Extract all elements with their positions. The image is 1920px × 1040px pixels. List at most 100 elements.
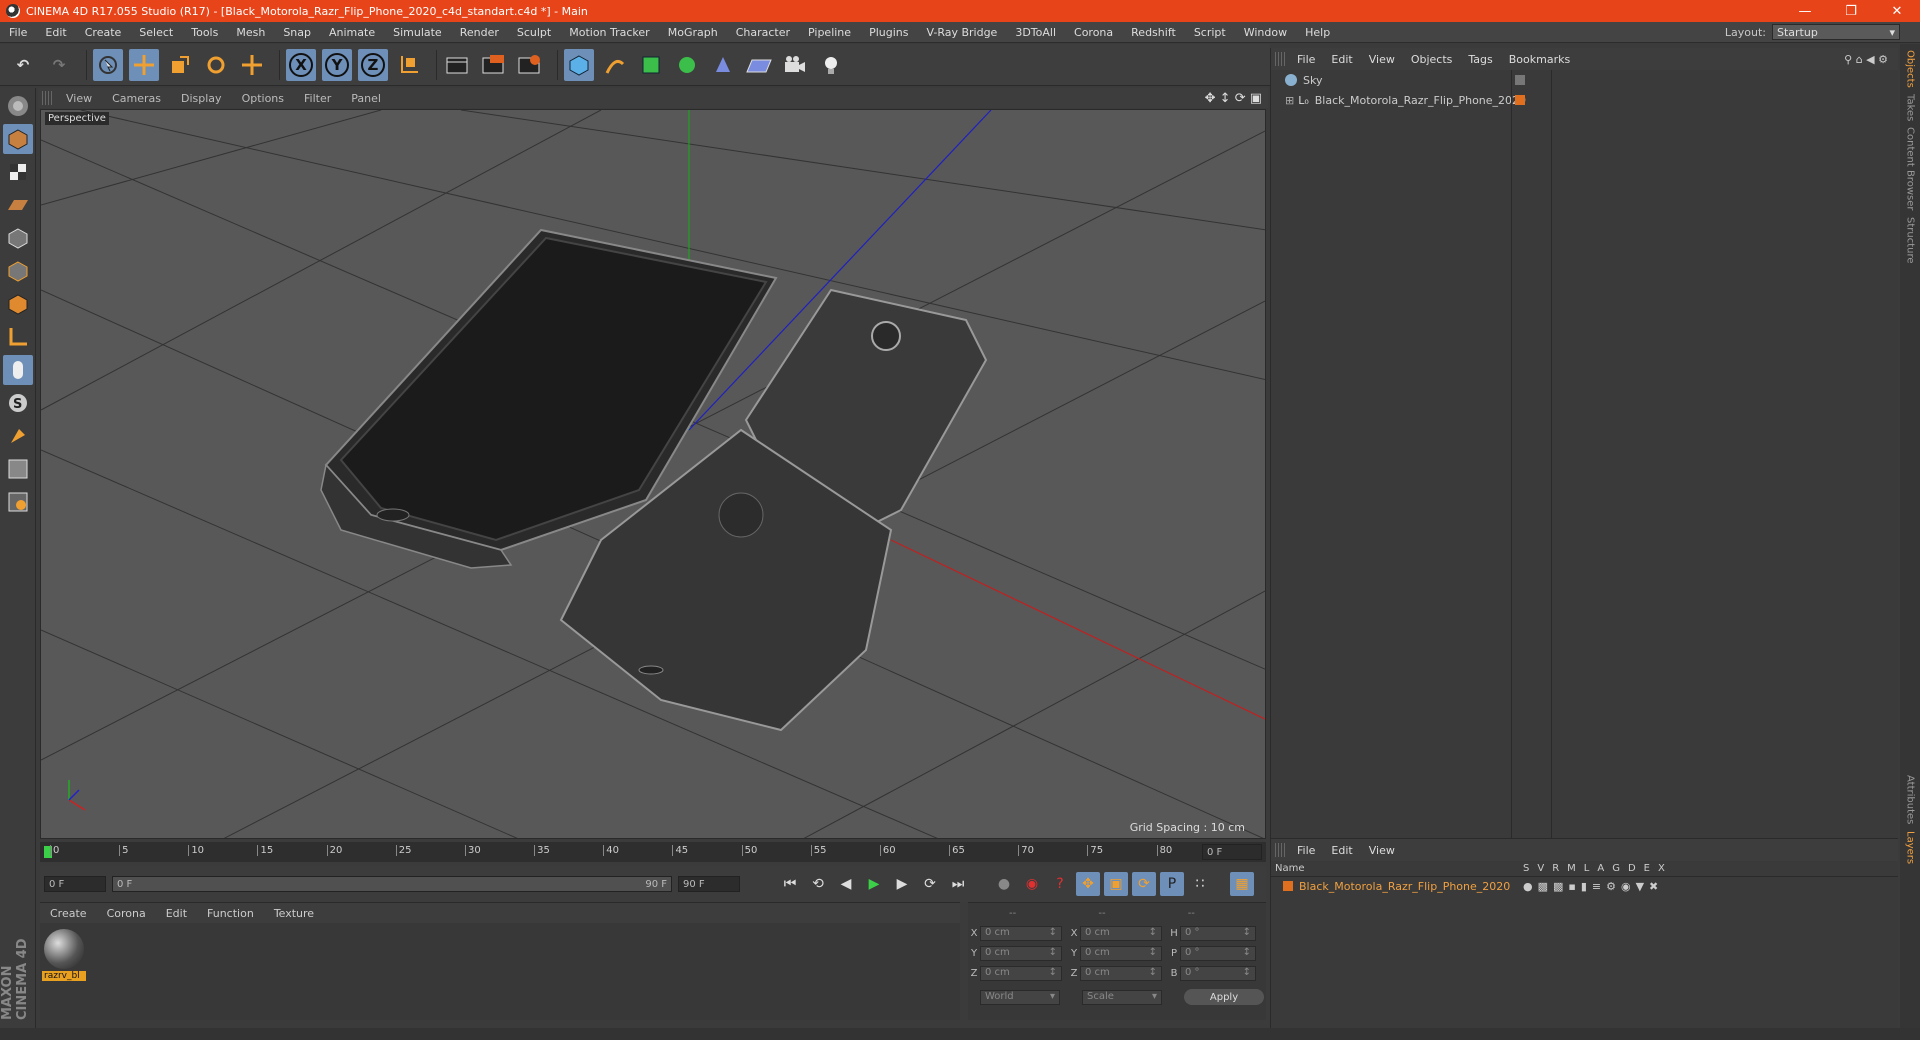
layer-flag-header[interactable]: D — [1628, 863, 1636, 874]
previous-frame-icon[interactable]: ◀ — [834, 872, 858, 896]
objects-menu-objects[interactable]: Objects — [1403, 53, 1461, 66]
subdivision-icon[interactable] — [636, 49, 666, 81]
tab-content-browser[interactable]: Content Browser — [1905, 127, 1916, 210]
keyframe-selection-icon[interactable]: ? — [1048, 872, 1072, 896]
material-menu-corona[interactable]: Corona — [97, 907, 156, 920]
texture-mode-icon[interactable] — [3, 157, 33, 187]
viewport-menu-cameras[interactable]: Cameras — [102, 92, 171, 105]
rotation-h-field[interactable]: 0 ° ↕ — [1180, 925, 1256, 941]
menu-3dtoall[interactable]: 3DToAll — [1006, 26, 1065, 39]
close-button[interactable]: ✕ — [1874, 0, 1920, 22]
undo-icon[interactable]: ↶ — [8, 49, 38, 81]
workplane-lock-icon[interactable] — [3, 454, 33, 484]
layout-select[interactable]: Startup ▾ — [1772, 24, 1900, 40]
previous-key-icon[interactable]: ⟲ — [806, 872, 830, 896]
visibility-icon[interactable] — [1515, 75, 1525, 85]
position-key-icon[interactable]: ✥ — [1076, 872, 1100, 896]
cloner-icon[interactable] — [672, 49, 702, 81]
cube-icon[interactable] — [564, 48, 594, 81]
position-z-field[interactable]: 0 cm ↕ — [980, 965, 1062, 981]
layer-flag-header[interactable]: M — [1567, 863, 1576, 874]
menu-redshift[interactable]: Redshift — [1122, 26, 1185, 39]
rotation-p-field[interactable]: 0 ° ↕ — [1180, 945, 1256, 961]
position-y-field[interactable]: 0 cm ↕ — [980, 945, 1062, 961]
position-x-field[interactable]: 0 cm ↕ — [980, 925, 1062, 941]
workplane-mode-icon[interactable] — [3, 190, 33, 220]
solo-icon[interactable]: S — [3, 388, 33, 418]
render-picture-viewer-icon[interactable] — [479, 49, 509, 81]
menu-plugins[interactable]: Plugins — [860, 26, 917, 39]
restore-button[interactable]: ❐ — [1828, 0, 1874, 22]
timeline-ruler[interactable]: 051015202530354045505560657075808590 0 F — [40, 842, 1311, 862]
go-to-end-icon[interactable]: ⏭ — [946, 872, 970, 896]
menu-animate[interactable]: Animate — [320, 26, 384, 39]
objects-menu-edit[interactable]: Edit — [1323, 53, 1360, 66]
layer-flag-header[interactable]: S — [1523, 863, 1529, 874]
layer-flag-header[interactable]: A — [1597, 863, 1604, 874]
viewport-menu-display[interactable]: Display — [171, 92, 232, 105]
layer-flag-icons[interactable]: ●▩▩▪▮≡⚙◉▼✖ — [1523, 880, 1663, 893]
model-mode-icon[interactable] — [2, 124, 33, 154]
size-y-field[interactable]: 0 cm ↕ — [1080, 945, 1162, 961]
apply-button[interactable]: Apply — [1184, 989, 1264, 1005]
menu-tools[interactable]: Tools — [182, 26, 227, 39]
material-menu-function[interactable]: Function — [197, 907, 264, 920]
size-x-field[interactable]: 0 cm ↕ — [1080, 925, 1162, 941]
layer-flag-header[interactable]: V — [1537, 863, 1544, 874]
menu-create[interactable]: Create — [76, 26, 131, 39]
material-menu-create[interactable]: Create — [40, 907, 97, 920]
layer-color-swatch[interactable] — [1283, 881, 1293, 891]
menu-help[interactable]: Help — [1296, 26, 1339, 39]
redo-icon[interactable]: ↷ — [44, 49, 74, 81]
tab-attributes[interactable]: Attributes — [1905, 775, 1916, 824]
layer-menu-edit[interactable]: Edit — [1323, 844, 1360, 857]
size-mode-select[interactable]: Scale ▾ — [1082, 989, 1162, 1005]
multi-tool-icon[interactable] — [237, 49, 267, 81]
menu-select[interactable]: Select — [130, 26, 182, 39]
menu-pipeline[interactable]: Pipeline — [799, 26, 860, 39]
axis-mode-icon[interactable] — [3, 322, 33, 352]
camera-icon[interactable] — [780, 49, 810, 81]
material-swatch[interactable]: razrv_bl — [42, 927, 86, 985]
tab-objects[interactable]: Objects — [1905, 50, 1916, 88]
object-row-sky[interactable]: Sky — [1271, 70, 1898, 90]
viewport-menu-options[interactable]: Options — [232, 92, 294, 105]
y-axis-icon[interactable]: Y — [322, 48, 352, 81]
live-selection-icon[interactable] — [93, 48, 123, 81]
layer-menu-file[interactable]: File — [1289, 844, 1323, 857]
tab-takes[interactable]: Takes — [1905, 94, 1916, 121]
panel-grip-icon[interactable] — [1275, 52, 1285, 66]
objects-menu-tags[interactable]: Tags — [1460, 53, 1500, 66]
layer-menu-view[interactable]: View — [1361, 844, 1403, 857]
grid-icon[interactable] — [3, 487, 33, 517]
record-active-objects-icon[interactable]: ● — [992, 872, 1016, 896]
layer-flag-header[interactable]: G — [1612, 863, 1620, 874]
expand-icon[interactable]: ⊞ — [1285, 94, 1294, 107]
layer-row[interactable]: Black_Motorola_Razr_Flip_Phone_2020 ●▩▩▪… — [1271, 877, 1898, 895]
polygons-mode-icon[interactable] — [3, 289, 33, 319]
next-frame-icon[interactable]: ▶ — [890, 872, 914, 896]
menu-script[interactable]: Script — [1185, 26, 1235, 39]
rotation-b-field[interactable]: 0 ° ↕ — [1180, 965, 1256, 981]
menu-character[interactable]: Character — [727, 26, 799, 39]
light-icon[interactable] — [816, 49, 846, 81]
layer-flag-header[interactable]: R — [1552, 863, 1559, 874]
viewport-navigation-icons[interactable]: ✥ ↕ ⟳ ▣ — [1205, 91, 1262, 106]
objects-menu-view[interactable]: View — [1361, 53, 1403, 66]
play-icon[interactable]: ▶ — [862, 872, 886, 896]
next-key-icon[interactable]: ⟳ — [918, 872, 942, 896]
menu-window[interactable]: Window — [1235, 26, 1296, 39]
edit-render-settings-icon[interactable] — [515, 49, 545, 81]
minimize-button[interactable]: — — [1782, 0, 1828, 22]
move-icon[interactable] — [129, 48, 159, 81]
pen-icon[interactable] — [600, 49, 630, 81]
z-axis-icon[interactable]: Z — [358, 48, 388, 81]
x-axis-icon[interactable]: X — [286, 48, 316, 81]
autokeying-icon[interactable]: ◉ — [1020, 872, 1044, 896]
viewport-menu-panel[interactable]: Panel — [341, 92, 391, 105]
material-menu-edit[interactable]: Edit — [156, 907, 197, 920]
menu-mesh[interactable]: Mesh — [227, 26, 274, 39]
viewport-menu-filter[interactable]: Filter — [294, 92, 341, 105]
panel-grip-icon[interactable] — [1275, 843, 1285, 857]
search-icon[interactable]: ⚲ ⌂ ◀ ⚙ — [1844, 53, 1888, 66]
